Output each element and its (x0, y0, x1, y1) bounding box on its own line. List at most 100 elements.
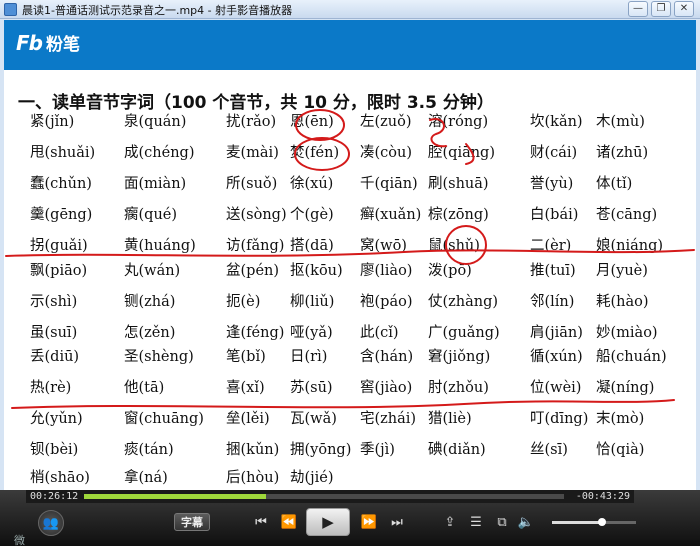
syllable-cell: 热(rè) (30, 380, 72, 396)
syllable-cell: 虽(suī) (30, 325, 78, 341)
restore-icon[interactable]: ❐ (651, 1, 671, 17)
syllable-cell: 左(zuǒ) (360, 114, 412, 130)
syllable-cell: 末(mò) (596, 411, 645, 427)
syllable-cell: 耗(hào) (596, 294, 649, 310)
syllable-cell: 窖(jiào) (360, 380, 413, 396)
syllable-cell: 送(sòng) (226, 207, 287, 223)
syllable-cell: 妙(miào) (596, 325, 658, 341)
syllable-cell: 抠(kōu) (290, 263, 343, 279)
syllable-cell: 财(cái) (530, 145, 578, 161)
syllable-cell: 丢(diū) (30, 349, 80, 365)
fast-forward-icon[interactable]: ⏩ (358, 513, 380, 531)
window-title: 晨读1-普通话测试示范录音之一.mp4 - 射手影音播放器 (22, 4, 293, 17)
control-row: 微 👥 字幕 ⏮ ⏪ ▶ ⏩ ⏭ ⇪ ☰ ⧉ 🔈 (0, 506, 700, 546)
playlist-icon[interactable]: ☰ (466, 513, 486, 531)
syllable-cell: 苏(sū) (290, 380, 333, 396)
syllable-cell: 娘(niáng) (596, 238, 664, 254)
syllable-cell: 棕(zōng) (428, 207, 489, 223)
volume-icon[interactable]: 🔈 (516, 513, 536, 531)
syllable-cell: 示(shì) (30, 294, 78, 310)
minimize-icon[interactable]: — (628, 1, 648, 17)
syllable-cell: 瓦(wǎ) (290, 411, 337, 427)
syllable-cell: 铡(zhá) (124, 294, 176, 310)
elapsed-time: 00:26:12 (30, 491, 79, 502)
syllable-cell: 坎(kǎn) (530, 114, 583, 130)
skip-back-icon[interactable]: ⏮ (250, 513, 272, 531)
syllable-cell: 瘸(qué) (124, 207, 178, 223)
syllable-cell: 后(hòu) (226, 470, 280, 486)
syllable-cell: 丸(wán) (124, 263, 181, 279)
skip-forward-icon[interactable]: ⏭ (386, 513, 408, 531)
syllable-cell: 仗(zhàng) (428, 294, 499, 310)
app-icon (4, 3, 17, 16)
screen-settings-icon[interactable]: ⧉ (492, 513, 512, 531)
syllable-cell: 扰(rǎo) (226, 114, 277, 130)
syllable-cell: 船(chuán) (596, 349, 667, 365)
syllable-cell: 窘(jiǒng) (428, 349, 491, 365)
syllable-cell: 月(yuè) (596, 263, 648, 279)
seek-track[interactable] (84, 494, 564, 499)
syllable-cell: 肩(jiān) (530, 325, 583, 341)
syllable-cell: 访(fǎng) (226, 238, 285, 254)
syllable-cell: 刷(shuā) (428, 176, 489, 192)
open-file-icon[interactable]: ⇪ (440, 513, 460, 531)
logo-text: 粉笔 (45, 35, 80, 55)
user-group-icon[interactable]: 👥 (38, 510, 64, 536)
remaining-time: -00:43:29 (575, 491, 630, 502)
syllable-cell: 碘(diǎn) (428, 442, 486, 458)
syllable-cell: 窗(chuāng) (124, 411, 204, 427)
syllable-cell: 允(yǔn) (30, 411, 83, 427)
syllable-cell: 怎(zěn) (124, 325, 176, 341)
syllable-cell: 推(tuī) (530, 263, 576, 279)
syllable-cell: 劫(jié) (290, 470, 334, 486)
syllable-cell: 广(guǎng) (428, 325, 500, 341)
syllable-cell: 拿(ná) (124, 470, 168, 486)
subtitle-button[interactable]: 字幕 (174, 513, 210, 531)
syllable-cell: 笔(bǐ) (226, 349, 266, 365)
syllable-cell: 紧(jǐn) (30, 114, 75, 130)
syllable-cell: 癣(xuǎn) (360, 207, 422, 223)
syllable-cell: 搭(dā) (290, 238, 334, 254)
syllable-cell: 体(tǐ) (596, 176, 633, 192)
syllable-cell: 个(gè) (290, 207, 334, 223)
syllable-cell: 恰(qià) (596, 442, 645, 458)
volume-level (552, 521, 603, 524)
syllable-cell: 圣(shèng) (124, 349, 194, 365)
syllable-cell: 垒(lěi) (226, 411, 270, 427)
video-frame[interactable]: Fb 粉笔 一、读单音节字词（100 个音节，共 10 分，限时 3.5 分钟）… (4, 20, 696, 490)
syllable-cell: 鼠(shǔ) (428, 238, 480, 254)
syllable-cell: 白(bái) (530, 207, 579, 223)
seek-bar[interactable]: 00:26:12 -00:43:29 (26, 490, 634, 503)
play-icon[interactable]: ▶ (306, 508, 350, 536)
watermark-text: 微 (14, 534, 25, 546)
seek-progress (84, 494, 267, 499)
syllable-cell: 痰(tán) (124, 442, 174, 458)
rewind-icon[interactable]: ⏪ (278, 513, 300, 531)
syllable-cell: 此(cǐ) (360, 325, 399, 341)
syllable-cell: 日(rì) (290, 349, 328, 365)
syllable-cell: 木(mù) (596, 114, 645, 130)
syllable-cell: 诸(zhū) (596, 145, 649, 161)
syllable-cell: 甩(shuǎi) (30, 145, 96, 161)
syllable-cell: 焚(fén) (290, 145, 340, 161)
syllable-cell: 廖(liào) (360, 263, 413, 279)
volume-slider[interactable] (552, 518, 636, 526)
close-icon[interactable]: ✕ (674, 1, 694, 17)
player-controls: 00:26:12 -00:43:29 微 👥 字幕 ⏮ ⏪ ▶ ⏩ ⏭ ⇪ ☰ … (0, 490, 700, 546)
syllable-cell: 所(suǒ) (226, 176, 278, 192)
volume-knob[interactable] (598, 518, 607, 526)
syllable-cell: 泼(pō) (428, 263, 472, 279)
syllable-cell: 叮(dīng) (530, 411, 589, 427)
brand-header: Fb 粉笔 (4, 20, 696, 70)
syllable-cell: 哑(yǎ) (290, 325, 333, 341)
syllable-cell: 飘(piāo) (30, 263, 88, 279)
syllable-cell: 盆(pén) (226, 263, 280, 279)
syllable-cell: 捆(kǔn) (226, 442, 280, 458)
syllable-cell: 泉(quán) (124, 114, 187, 130)
syllable-cell: 拥(yōng) (290, 442, 352, 458)
syllable-cell: 麦(mài) (226, 145, 279, 161)
syllable-cell: 面(miàn) (124, 176, 187, 192)
syllable-cell: 蠢(chǔn) (30, 176, 92, 192)
syllable-cell: 千(qiān) (360, 176, 418, 192)
syllable-cell: 凝(níng) (596, 380, 655, 396)
